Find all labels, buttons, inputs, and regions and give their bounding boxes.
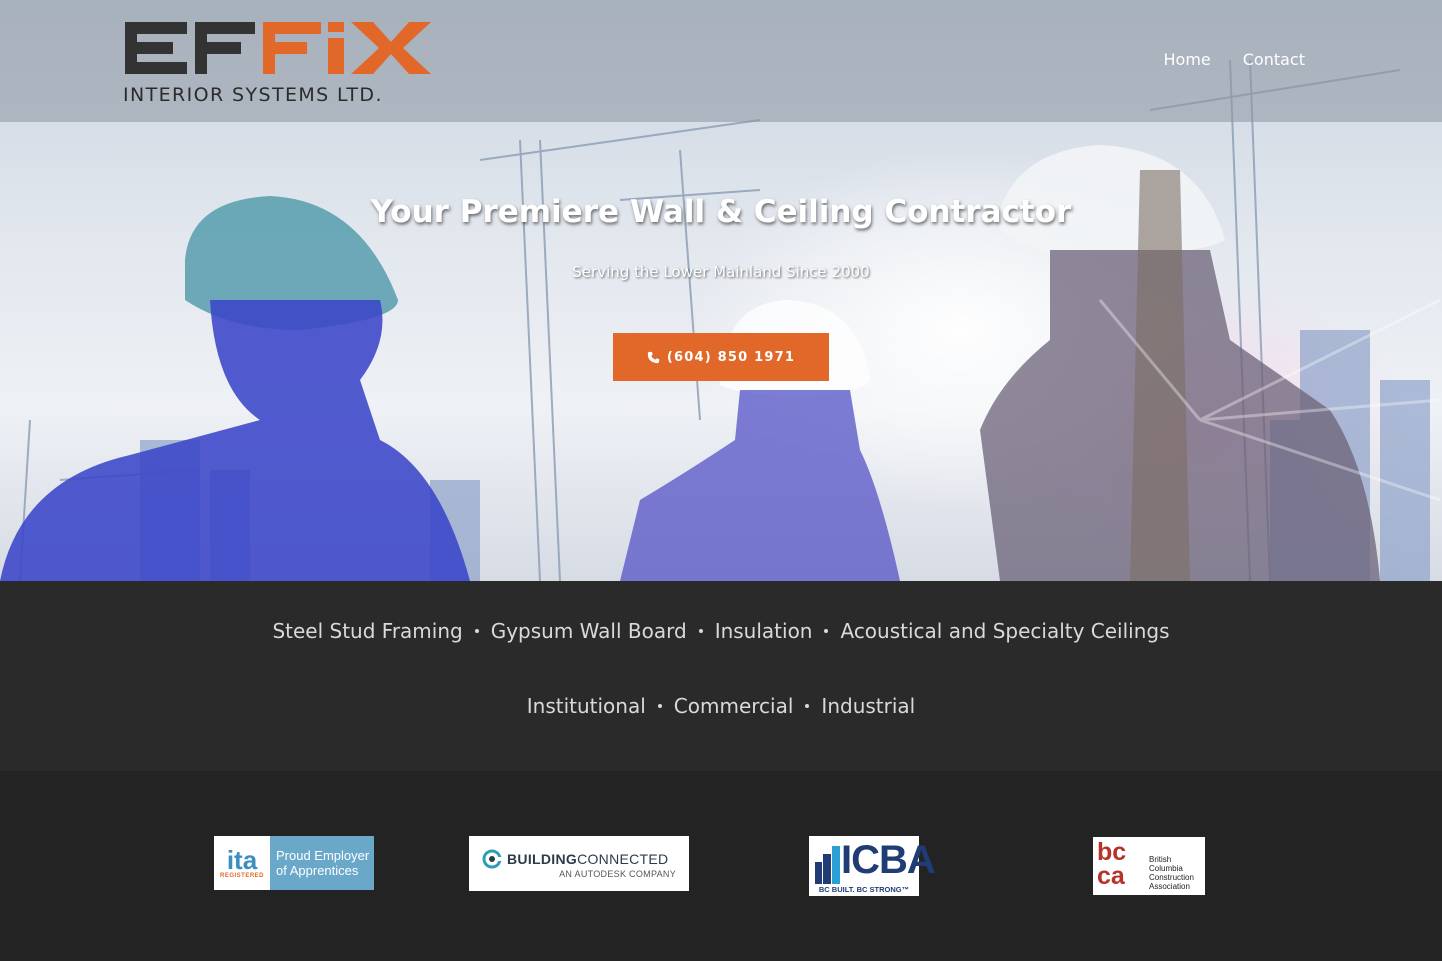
- services-section: Steel Stud Framing Gypsum Wall Board Ins…: [0, 581, 1442, 771]
- bullet-separator: [657, 704, 662, 708]
- effix-logo[interactable]: INTERIOR SYSTEMS LTD.: [123, 18, 443, 106]
- buildingconnected-badge[interactable]: BUILDINGCONNECTED AN AUTODESK COMPANY: [469, 836, 689, 891]
- buildingconnected-name-bold: BUILDING: [507, 851, 578, 867]
- service-item: Insulation: [714, 619, 813, 643]
- hero-subtitle: Serving the Lower Mainland Since 2000: [572, 263, 870, 281]
- sector-item: Institutional: [526, 694, 646, 718]
- bcca-caption-line: British: [1149, 855, 1172, 864]
- bcca-caption-line: Construction: [1149, 873, 1194, 882]
- buildingconnected-sub: AN AUTODESK COMPANY: [559, 869, 676, 879]
- icba-name: ICBA: [841, 838, 936, 882]
- ita-logo: ita REGISTERED: [214, 836, 270, 890]
- service-item: Acoustical and Specialty Ceilings: [840, 619, 1170, 643]
- service-item: Gypsum Wall Board: [490, 619, 687, 643]
- bcca-mark-bottom: ca: [1097, 862, 1125, 890]
- ita-caption-line: of Apprentices: [276, 863, 359, 878]
- buildingconnected-name-light: CONNECTED: [577, 851, 669, 867]
- buildingconnected-icon: [482, 849, 502, 869]
- ita-registered-text: REGISTERED: [219, 873, 264, 879]
- bcca-mark-top: bc: [1097, 838, 1127, 866]
- bcca-caption-line: Columbia: [1149, 864, 1183, 873]
- bullet-separator: [698, 629, 703, 633]
- services-list: Steel Stud Framing Gypsum Wall Board Ins…: [0, 619, 1442, 643]
- bcca-caption-line: Association: [1149, 882, 1190, 891]
- effix-wordmark-icon: [125, 22, 431, 74]
- sector-item: Industrial: [821, 694, 916, 718]
- bullet-separator: [805, 704, 810, 708]
- buildingconnected-name: BUILDINGCONNECTED: [507, 851, 668, 867]
- call-phone-button[interactable]: (604) 850 1971: [613, 333, 829, 381]
- main-nav: Home Contact: [1164, 50, 1306, 69]
- ita-badge[interactable]: ita REGISTERED Proud Employer of Apprent…: [214, 836, 374, 890]
- nav-home-link[interactable]: Home: [1164, 50, 1211, 69]
- bullet-separator: [474, 629, 479, 633]
- bcca-logo-mark: bc ca: [1097, 838, 1127, 890]
- affiliations-section: ita REGISTERED Proud Employer of Apprent…: [0, 771, 1442, 961]
- hero-title: Your Premiere Wall & Ceiling Contractor: [370, 194, 1072, 230]
- phone-icon: [647, 351, 660, 363]
- icba-tagline: BC BUILT. BC STRONG™: [818, 885, 910, 894]
- ita-logo-text: ita: [226, 845, 258, 875]
- logo-subtitle: INTERIOR SYSTEMS LTD.: [123, 84, 383, 106]
- icba-buildings-icon: [815, 846, 840, 884]
- nav-contact-link[interactable]: Contact: [1243, 50, 1305, 69]
- bcca-badge[interactable]: bc ca British Columbia Construction Asso…: [1093, 837, 1205, 895]
- site-header: INTERIOR SYSTEMS LTD. Home Contact: [0, 0, 1442, 122]
- sectors-list: Institutional Commercial Industrial: [0, 694, 1442, 718]
- ita-caption-line: Proud Employer: [276, 848, 370, 863]
- call-phone-label: (604) 850 1971: [666, 349, 796, 365]
- ita-caption: Proud Employer of Apprentices: [270, 848, 369, 878]
- bullet-separator: [824, 629, 829, 633]
- icba-badge[interactable]: ICBA BC BUILT. BC STRONG™: [809, 836, 936, 896]
- service-item: Steel Stud Framing: [272, 619, 463, 643]
- bcca-caption: British Columbia Construction Associatio…: [1149, 855, 1194, 891]
- sector-item: Commercial: [673, 694, 794, 718]
